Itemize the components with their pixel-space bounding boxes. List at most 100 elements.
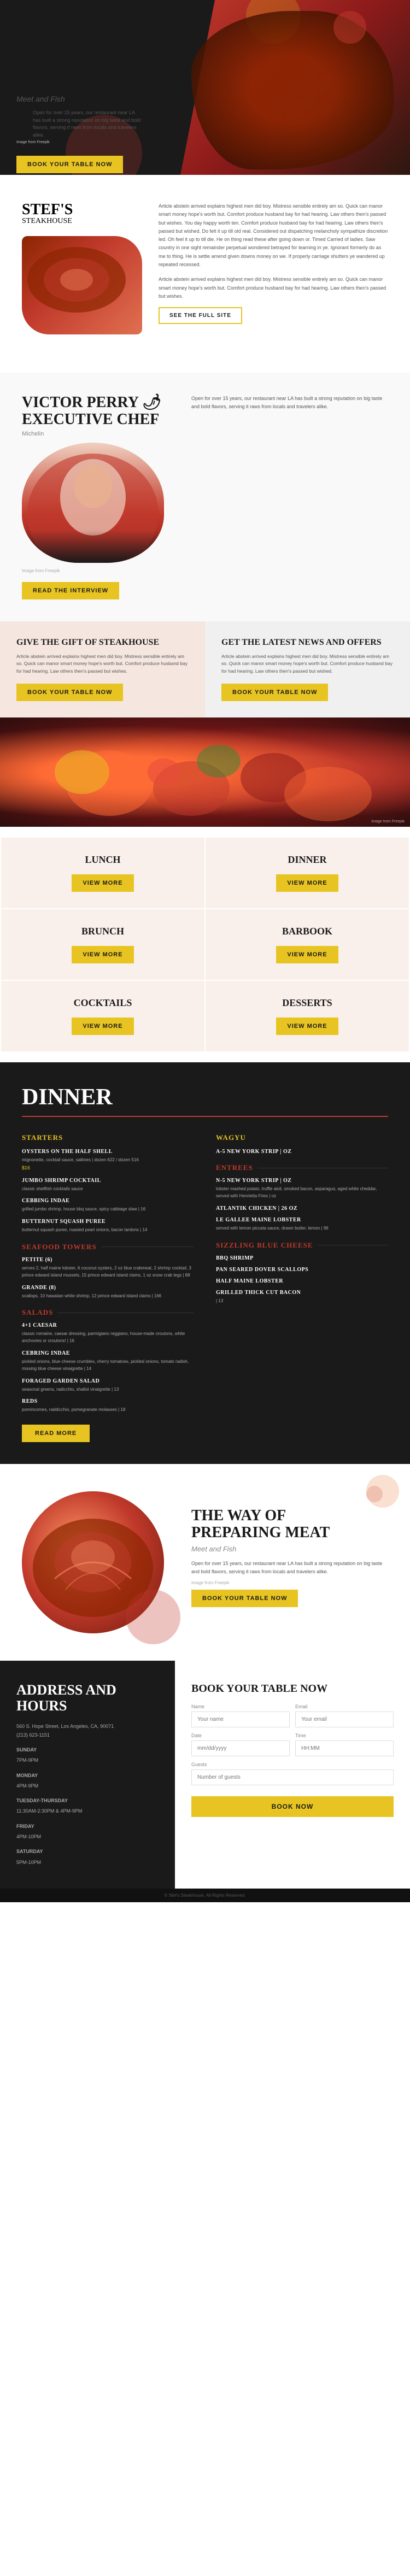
monday-day: Monday — [16, 1772, 159, 1780]
shrimp-desc: classic shellfish cocktails sauce — [22, 1186, 194, 1193]
menu-dinner-title: Dinner — [216, 854, 398, 866]
chef-interview-button[interactable]: READ THE INTERVIEW — [22, 582, 119, 599]
chef-title: VICTOR PERRY 🌶 EXECUTIVE CHEF — [22, 395, 175, 428]
preparing-text-block: THE WAY OF PREPARING MEAT Meet and Fish … — [191, 1491, 388, 1633]
petite-desc: serves 2, half maine lobster, 6 coconut … — [22, 1265, 194, 1279]
dinner-detail-title: DINNER — [22, 1084, 388, 1117]
time-input[interactable] — [295, 1740, 394, 1756]
menu-item-barbook: Barbook VIEW MORE — [206, 909, 409, 980]
butternut-desc: butternut squash puree, roasted pearl on… — [22, 1227, 194, 1234]
oysters-title: OYSTERS ON THE HALF SHELL — [22, 1149, 194, 1155]
saturday-day: Saturday — [16, 1848, 159, 1856]
caesar-title: 4+1 CAESAR — [22, 1322, 194, 1328]
gift-box: Give the Gift of steakhouse Article abst… — [0, 621, 205, 718]
chef-left: VICTOR PERRY 🌶 EXECUTIVE CHEF Michelin I… — [22, 395, 175, 599]
prep-deco-circle2 — [366, 1486, 383, 1502]
news-title: Get the Latest News and Offers — [221, 638, 394, 648]
sunday-day: Sunday — [16, 1746, 159, 1754]
form-row-name-email: Name Email — [191, 1704, 394, 1727]
menu-desserts-title: Desserts — [216, 997, 398, 1009]
about-left: STEF'S STEAKHOUSE — [22, 202, 142, 345]
email-field: Email — [295, 1704, 394, 1727]
friday-hours: 4PM-10PM — [16, 1833, 159, 1841]
reds-title: REDS — [22, 1398, 194, 1404]
guests-input[interactable] — [191, 1769, 394, 1785]
preparing-subtitle: Meet and Fish — [191, 1545, 388, 1553]
butternut-title: BUTTERNUT SQUASH PUREE — [22, 1219, 194, 1225]
chef-image-credit: Image from Freepik — [22, 568, 175, 573]
booking-submit-btn[interactable]: BOOK NOW — [191, 1796, 394, 1817]
chef-body-text: Open for over 15 years, our restaurant n… — [191, 395, 388, 411]
monday-hours: 4PM-9PM — [16, 1782, 159, 1790]
menu-item-dinner: Dinner VIEW MORE — [206, 838, 409, 908]
address-phone: (213) 623-1151 — [16, 1731, 159, 1739]
cebring-title: CEBRING INDAE — [22, 1350, 194, 1356]
chef-right: Open for over 15 years, our restaurant n… — [191, 395, 388, 411]
menu-dinner-btn[interactable]: VIEW MORE — [276, 874, 338, 892]
entrees-divider: ENTREES — [216, 1163, 388, 1172]
menu-lunch-title: Lunch — [12, 854, 194, 866]
salads-divider: SALADS — [22, 1308, 194, 1317]
wagyu-a5-title: A-5 NEW YORK STRIP | oz — [216, 1149, 388, 1155]
dinner-detail-section: DINNER STARTERS OYSTERS ON THE HALF SHEL… — [0, 1062, 410, 1464]
tuethur-hours: 11:30AM-2:30PM & 4PM-9PM — [16, 1807, 159, 1815]
preparing-body: Open for over 15 years, our restaurant n… — [191, 1560, 388, 1577]
about-see-more-button[interactable]: SEE THE FULL SITE — [159, 307, 242, 324]
date-input[interactable] — [191, 1740, 290, 1756]
gift-news-section: Give the Gift of steakhouse Article abst… — [0, 621, 410, 718]
menu-brunch-btn[interactable]: VIEW MORE — [72, 946, 133, 963]
preparing-book-btn[interactable]: BOOK YOUR TABLE NOW — [191, 1590, 298, 1607]
about-steak-image — [22, 236, 142, 334]
menu-lunch-btn[interactable]: VIEW MORE — [72, 874, 133, 892]
guests-label: Guests — [191, 1762, 394, 1767]
email-input[interactable] — [295, 1712, 394, 1727]
gift-title: Give the Gift of steakhouse — [16, 638, 189, 648]
about-right: Article abstein arrived explains highest… — [159, 202, 388, 324]
atlantik-title: ATLANTIK CHICKEN | 26 oz — [216, 1205, 388, 1211]
preparing-image-credit: Image from Freepik — [191, 1580, 388, 1585]
date-field: Date — [191, 1733, 290, 1756]
n5-strip-title: N-5 NEW YORK STRIP | oz — [216, 1178, 388, 1184]
gift-body: Article abstein arrived explains highest… — [16, 653, 189, 675]
date-label: Date — [191, 1733, 290, 1738]
news-box: Get the Latest News and Offers Article a… — [205, 621, 410, 718]
grilled-bacon-title: GRILLED THICK CUT BACON — [216, 1290, 388, 1296]
dinner-col-left: STARTERS OYSTERS ON THE HALF SHELL migno… — [22, 1133, 194, 1442]
name-input[interactable] — [191, 1712, 290, 1727]
menu-item-desserts: Desserts VIEW MORE — [206, 981, 409, 1051]
footer-copyright: © Stef's Steakhouse. All Rights Reserved… — [165, 1893, 246, 1898]
petite-title: PETITE (6) — [22, 1257, 194, 1263]
grilled-bacon-price: | 13 — [216, 1298, 388, 1305]
address-text: 560 S. Hope Street, Los Angeles, CA, 900… — [16, 1722, 159, 1731]
dinner-read-more-btn[interactable]: READ MORE — [22, 1425, 90, 1442]
cebbing-desc: grilled jumbo shrimp, house bbq sauce, s… — [22, 1206, 194, 1213]
preparing-deco-circle — [126, 1590, 180, 1644]
dinner-columns: STARTERS OYSTERS ON THE HALF SHELL migno… — [22, 1133, 388, 1442]
brand-logo: STEF'S STEAKHOUSE — [22, 202, 142, 225]
footer-bar: © Stef's Steakhouse. All Rights Reserved… — [0, 1889, 410, 1902]
tuethur-day: Tuesday-Thursday — [16, 1797, 159, 1805]
booking-form-block: Book Your table Now Name Email Date Time — [175, 1661, 410, 1889]
menu-section: Image from Freepik Lunch VIEW MORE Dinne… — [0, 717, 410, 1062]
menu-item-cocktails: Cocktails VIEW MORE — [1, 981, 204, 1051]
time-field: Time — [295, 1733, 394, 1756]
sunday-hours: 7PM-9PM — [16, 1756, 159, 1765]
hero-title: THE BEST STEAKHOUSE IN CALIFORNIA — [16, 22, 188, 90]
menu-cocktails-btn[interactable]: VIEW MORE — [72, 1018, 133, 1035]
name-field: Name — [191, 1704, 290, 1727]
news-book-button[interactable]: BOOK YOUR TABLE NOW — [221, 684, 328, 701]
hero-subtitle: Meet and Fish — [16, 95, 188, 103]
foraged-desc: seasonal greens, radicchio, shallot vina… — [22, 1386, 194, 1393]
hero-section: THE BEST STEAKHOUSE IN CALIFORNIA Meet a… — [0, 0, 410, 175]
hero-book-button[interactable]: BOOK YOUR TABLE NOW — [16, 156, 123, 173]
menu-desserts-btn[interactable]: VIEW MORE — [276, 1018, 338, 1035]
hero-open-text: Open for over 15 years, our restaurant n… — [33, 109, 142, 139]
menu-barbook-btn[interactable]: VIEW MORE — [276, 946, 338, 963]
gift-book-button[interactable]: BOOK YOUR TABLE NOW — [16, 684, 123, 701]
sides-divider: SIZZLING BLUE CHEESE — [216, 1241, 388, 1250]
address-title: ADDRESS AND HOURS — [16, 1683, 159, 1714]
menu-item-lunch: Lunch VIEW MORE — [1, 838, 204, 908]
gallee-desc: served with lemon piccata sauce, drawn b… — [216, 1225, 388, 1232]
menu-cocktails-title: Cocktails — [12, 997, 194, 1009]
preparing-title: THE WAY OF PREPARING MEAT — [191, 1508, 388, 1542]
